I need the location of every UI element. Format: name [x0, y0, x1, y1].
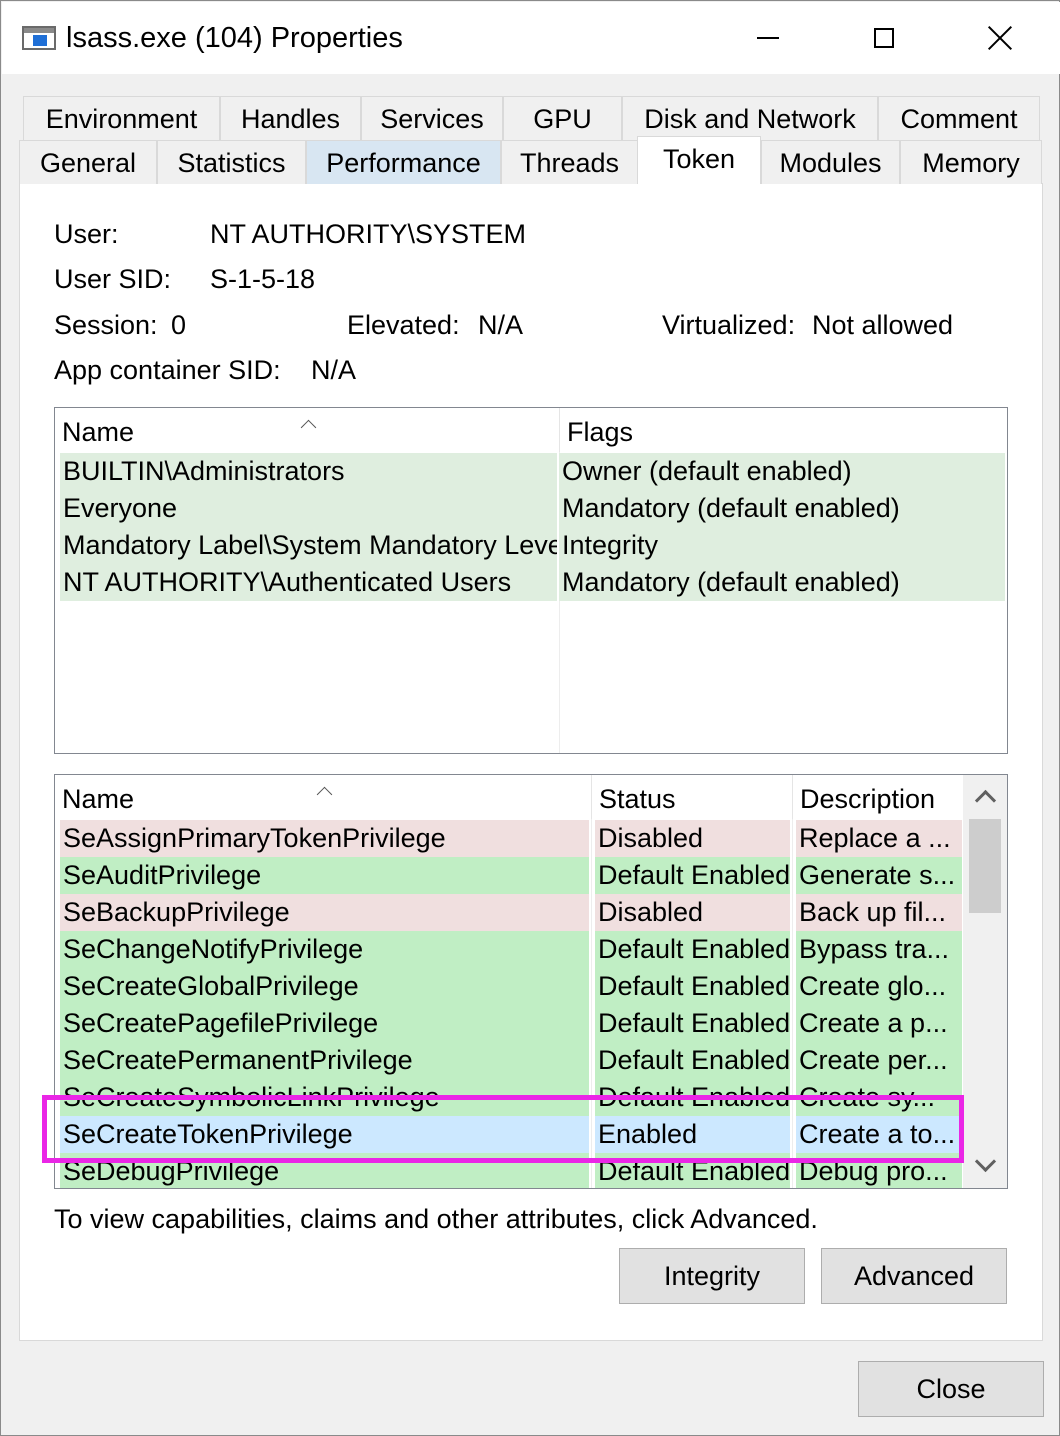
maximize-icon [874, 28, 894, 48]
privilege-description: Back up fil... [796, 894, 962, 931]
minimize-icon [757, 37, 779, 39]
group-flags: Mandatory (default enabled) [559, 564, 1005, 601]
group-row[interactable]: Everyone Mandatory (default enabled) [60, 490, 1006, 527]
window-title: lsass.exe (104) Properties [66, 22, 403, 54]
scroll-down-arrow-icon[interactable] [963, 1144, 1007, 1188]
group-row[interactable]: Mandatory Label\System Mandatory Level I… [60, 527, 1006, 564]
privilege-description: Generate s... [796, 857, 962, 894]
privilege-row[interactable]: SeCreatePagefilePrivilege Default Enable… [60, 1005, 962, 1042]
group-row[interactable]: BUILTIN\Administrators Owner (default en… [60, 453, 1006, 490]
privilege-name: SeCreateGlobalPrivilege [60, 968, 589, 1005]
sort-ascending-icon [301, 418, 315, 432]
close-window-button[interactable] [942, 2, 1058, 74]
user-label: User: [54, 219, 119, 249]
groups-list[interactable]: Name Flags BUILTIN\Administrators Owner … [54, 407, 1008, 754]
privilege-name: SeCreatePermanentPrivilege [60, 1042, 589, 1079]
tab-statistics[interactable]: Statistics [157, 140, 306, 184]
app-container-sid-label: App container SID: [54, 355, 281, 385]
sort-ascending-icon [317, 785, 331, 799]
privilege-row[interactable]: SeChangeNotifyPrivilege Default Enabled … [60, 931, 962, 968]
privileges-header-name[interactable]: Name [55, 775, 592, 819]
group-flags: Integrity [559, 527, 1005, 564]
advanced-hint-text: To view capabilities, claims and other a… [54, 1204, 818, 1234]
group-flags: Mandatory (default enabled) [559, 490, 1005, 527]
app-container-sid-value: N/A [311, 355, 357, 385]
advanced-button[interactable]: Advanced [821, 1248, 1007, 1304]
minimize-button[interactable] [710, 2, 826, 74]
tab-threads[interactable]: Threads [501, 140, 638, 184]
groups-header-name-label: Name [62, 417, 135, 447]
group-row[interactable]: NT AUTHORITY\Authenticated Users Mandato… [60, 564, 1006, 601]
tab-comment[interactable]: Comment [878, 96, 1040, 140]
privilege-row[interactable]: SeAssignPrimaryTokenPrivilege Disabled R… [60, 820, 962, 857]
elevated-label: Elevated: [347, 310, 460, 340]
virtualized-value: Not allowed [812, 310, 954, 340]
privilege-description: Create per... [796, 1042, 962, 1079]
privileges-header-name-label: Name [62, 784, 135, 814]
groups-header-name[interactable]: Name [55, 408, 560, 452]
tab-memory[interactable]: Memory [900, 140, 1042, 184]
privilege-name: SeBackupPrivilege [60, 894, 589, 931]
tab-token[interactable]: Token [637, 136, 761, 184]
group-name: Everyone [60, 490, 557, 527]
privileges-scrollbar[interactable] [963, 775, 1007, 1188]
privilege-description: Replace a ... [796, 820, 962, 857]
privilege-description: Bypass tra... [796, 931, 962, 968]
privilege-name: SeAssignPrimaryTokenPrivilege [60, 820, 589, 857]
group-name: NT AUTHORITY\Authenticated Users [60, 564, 557, 601]
user-sid-label: User SID: [54, 264, 172, 294]
user-value: NT AUTHORITY\SYSTEM [210, 219, 527, 249]
groups-header-flags[interactable]: Flags [560, 408, 1007, 452]
tab-handles[interactable]: Handles [220, 96, 361, 140]
group-name: Mandatory Label\System Mandatory Level [60, 527, 557, 564]
privilege-name: SeChangeNotifyPrivilege [60, 931, 589, 968]
privilege-status: Default Enabled [595, 857, 790, 894]
scroll-up-arrow-icon[interactable] [963, 775, 1007, 819]
close-icon [988, 26, 1012, 50]
tab-services[interactable]: Services [361, 96, 503, 140]
tab-environment[interactable]: Environment [23, 96, 220, 140]
privilege-row[interactable]: SeAuditPrivilege Default Enabled Generat… [60, 857, 962, 894]
privilege-row[interactable]: SeCreatePermanentPrivilege Default Enabl… [60, 1042, 962, 1079]
privilege-name: SeAuditPrivilege [60, 857, 589, 894]
scrollbar-thumb[interactable] [969, 819, 1001, 913]
virtualized-label: Virtualized: [662, 310, 796, 340]
maximize-button[interactable] [826, 2, 942, 74]
elevated-value: N/A [478, 310, 524, 340]
tab-disk-and-network[interactable]: Disk and Network [622, 96, 878, 140]
tab-general[interactable]: General [19, 140, 157, 184]
privileges-header-status[interactable]: Status [592, 775, 793, 819]
privilege-row[interactable]: SeCreateGlobalPrivilege Default Enabled … [60, 968, 962, 1005]
session-label: Session: [54, 310, 158, 340]
session-value: 0 [171, 310, 187, 340]
privilege-status: Default Enabled [595, 968, 790, 1005]
tab-modules[interactable]: Modules [761, 140, 900, 184]
privilege-status: Disabled [595, 894, 790, 931]
tab-gpu[interactable]: GPU [503, 96, 622, 140]
group-name: BUILTIN\Administrators [60, 453, 557, 490]
privileges-header-description[interactable]: Description [793, 775, 963, 819]
integrity-button[interactable]: Integrity [619, 1248, 805, 1304]
title-bar[interactable]: lsass.exe (104) Properties [2, 2, 1060, 74]
privilege-description: Create glo... [796, 968, 962, 1005]
privilege-description: Create a p... [796, 1005, 962, 1042]
group-flags: Owner (default enabled) [559, 453, 1005, 490]
privilege-name: SeCreatePagefilePrivilege [60, 1005, 589, 1042]
window-app-icon [22, 26, 56, 50]
properties-window: lsass.exe (104) Properties Environment H… [0, 0, 1060, 1436]
privilege-status: Default Enabled [595, 1042, 790, 1079]
privilege-row[interactable]: SeBackupPrivilege Disabled Back up fil..… [60, 894, 962, 931]
close-button[interactable]: Close [858, 1361, 1044, 1417]
privilege-status: Default Enabled [595, 1005, 790, 1042]
privilege-status: Default Enabled [595, 931, 790, 968]
user-sid-value: S-1-5-18 [210, 264, 316, 294]
tab-performance[interactable]: Performance [306, 140, 501, 184]
highlight-annotation-box [42, 1095, 964, 1163]
privilege-status: Disabled [595, 820, 790, 857]
